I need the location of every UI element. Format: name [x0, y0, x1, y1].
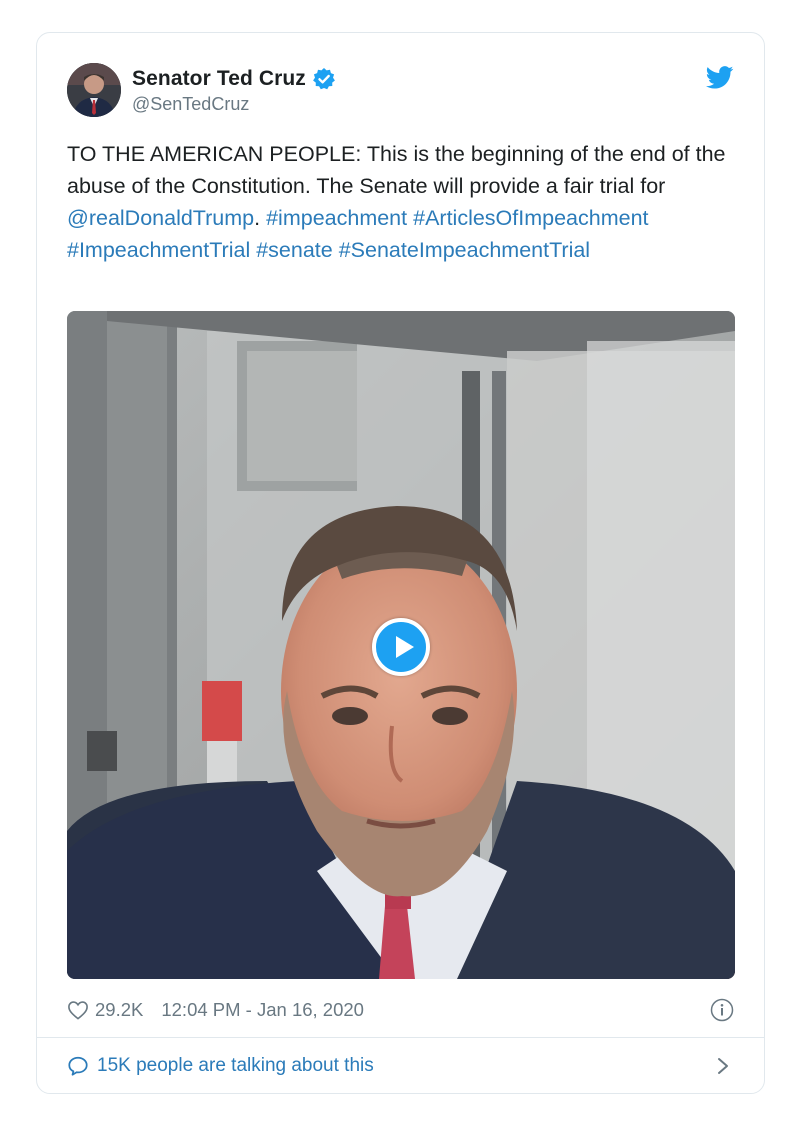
info-icon[interactable] [710, 998, 734, 1022]
author-handle[interactable]: @SenTedCruz [132, 94, 336, 115]
tweet-meta: 29.2K 12:04 PM - Jan 16, 2020 [67, 995, 734, 1025]
divider [37, 1037, 764, 1038]
conversation-label[interactable]: 15K people are talking about this [97, 1055, 374, 1077]
hashtag-link[interactable]: #impeachment [266, 206, 407, 230]
tweet-card[interactable]: Senator Ted Cruz @SenTedCruz TO THE AMER… [36, 32, 765, 1094]
author-name[interactable]: Senator Ted Cruz [132, 67, 306, 91]
hashtag-link[interactable]: #senate [256, 238, 333, 262]
verified-badge-icon [312, 67, 336, 91]
like-count[interactable]: 29.2K [95, 999, 143, 1021]
heart-icon[interactable] [67, 1000, 89, 1020]
hashtag-link[interactable]: #SenateImpeachmentTrial [339, 238, 590, 262]
speech-bubble-icon [67, 1055, 89, 1077]
hashtag-link[interactable]: #ArticlesOfImpeachment [413, 206, 648, 230]
timestamp[interactable]: 12:04 PM - Jan 16, 2020 [161, 999, 364, 1021]
tweet-header: Senator Ted Cruz @SenTedCruz [67, 63, 734, 123]
author-block: Senator Ted Cruz @SenTedCruz [132, 67, 336, 115]
twitter-bird-icon[interactable] [705, 66, 734, 89]
mention-link[interactable]: @realDonaldTrump [67, 206, 254, 230]
chevron-right-icon[interactable] [716, 1056, 730, 1076]
conversation-link[interactable]: 15K people are talking about this [67, 1050, 734, 1082]
tweet-text: TO THE AMERICAN PEOPLE: This is the begi… [67, 138, 737, 266]
tweet-body-punct: . [254, 206, 267, 230]
tweet-body-text: TO THE AMERICAN PEOPLE: This is the begi… [67, 142, 726, 198]
video-thumbnail[interactable] [67, 311, 735, 979]
play-icon[interactable] [372, 618, 430, 676]
avatar[interactable] [67, 63, 121, 117]
hashtag-link[interactable]: #ImpeachmentTrial [67, 238, 250, 262]
